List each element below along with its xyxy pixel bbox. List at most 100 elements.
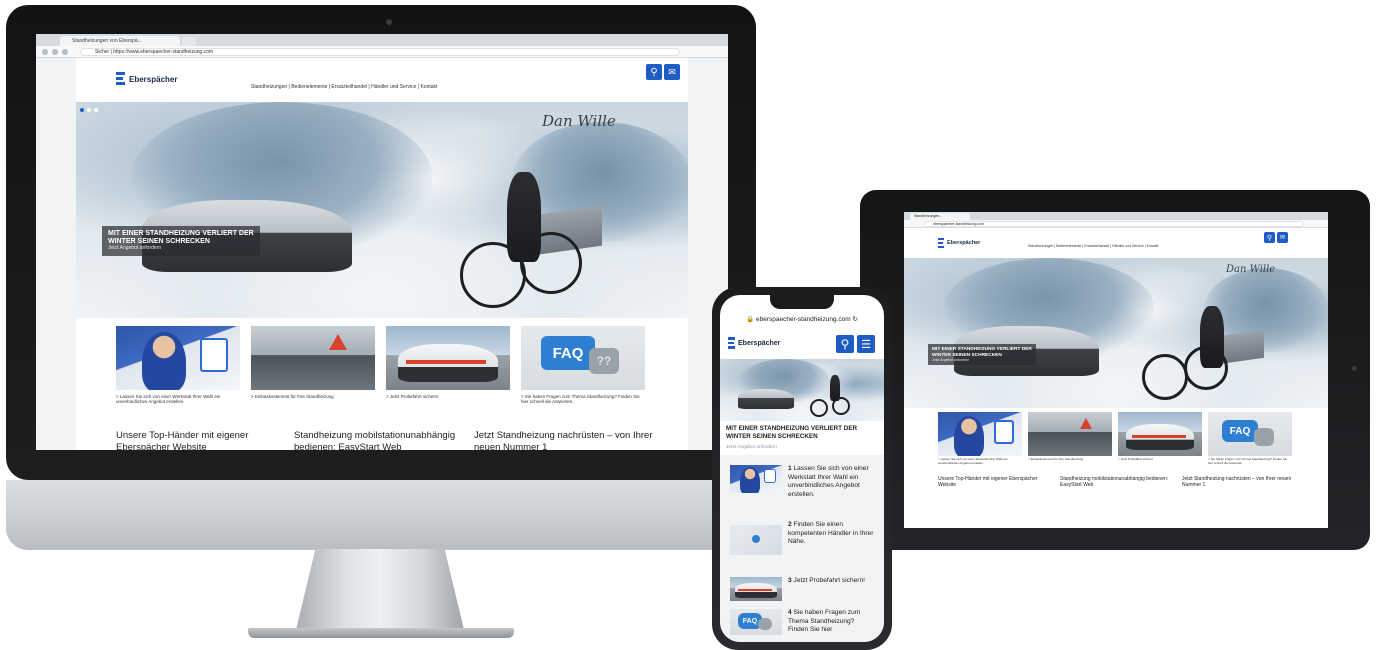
forward-icon[interactable]: [52, 49, 58, 55]
teaser-title[interactable]: Jetzt Standheizung nachrüsten – von Ihre…: [474, 430, 654, 450]
card-image-mechanic[interactable]: [116, 326, 240, 390]
reload-icon[interactable]: ↻: [852, 316, 857, 323]
address-bar[interactable]: eberspaecher-standheizung.com: [924, 221, 1304, 227]
hero-bike-wheel-rear: [1184, 346, 1228, 390]
hero-headline[interactable]: MIT EINER STANDHEIZUNG VERLIERT DER WINT…: [726, 425, 880, 441]
card-caption[interactable]: > Jetzt Probefahrt sichern!: [1118, 458, 1202, 468]
hero-slider-dots[interactable]: [80, 108, 98, 112]
slider-dot[interactable]: [87, 108, 91, 112]
list-item-label: Lassen Sie sich von einer Werkstatt Ihre…: [788, 465, 869, 498]
brand-logo[interactable]: Eberspächer: [938, 238, 980, 248]
search-icon: ⚲: [840, 337, 850, 351]
hero-bike-wheel-rear: [520, 232, 582, 294]
card-image-road[interactable]: [1028, 412, 1112, 456]
address-bar-url: eberspaecher-standheizung.com: [755, 316, 851, 323]
list-item-text: 3 Jetzt Probefahrt sichern!: [788, 577, 876, 586]
warning-sign-icon: [329, 334, 347, 350]
main-navigation[interactable]: Standheizungen | Bedienelemente | Ersatz…: [1028, 244, 1159, 248]
reload-icon[interactable]: [62, 49, 68, 55]
hero-subline[interactable]: Jetzt Angebot anfordern: [108, 245, 254, 252]
list-item[interactable]: FAQ 4 Sie haben Fragen zum Thema Standhe…: [726, 609, 878, 642]
card-image-faq[interactable]: FAQ: [1208, 412, 1292, 456]
desktop-monitor-stand: [295, 549, 465, 634]
teaser-title[interactable]: Standheizung mobilstationunabhängig bedi…: [294, 430, 464, 450]
address-bar[interactable]: Sicher | https://www.eberspaecher-standh…: [80, 48, 680, 56]
address-bar-url: eberspaecher-standheizung.com: [933, 222, 984, 226]
browser-tab-strip: Standheizungen...: [904, 212, 1328, 220]
camera-icon: [386, 19, 392, 25]
hero-car: [738, 389, 794, 409]
card-image-faq[interactable]: FAQ ??: [521, 326, 645, 390]
list-item[interactable]: 1 Lassen Sie sich von einer Werkstatt Ih…: [726, 465, 878, 515]
card-image-road[interactable]: [251, 326, 375, 390]
card-caption[interactable]: > Einbaskostenrest für Ihre Standheizung: [251, 394, 375, 408]
brand-logo[interactable]: Eberspächer: [728, 337, 780, 349]
logo-text: Eberspächer: [129, 74, 178, 84]
browser-tab-strip: Standheizungen von Eberspä...: [36, 34, 728, 46]
back-icon[interactable]: [42, 49, 48, 55]
teaser-title[interactable]: Unsere Top-Händer mit eigener Eberspäche…: [116, 430, 286, 450]
mail-button[interactable]: ✉: [1277, 232, 1288, 243]
new-tab-button[interactable]: [182, 37, 196, 46]
browser-tab[interactable]: Standheizungen von Eberspä...: [60, 36, 180, 46]
hero-subline[interactable]: Jetzt Angebot anfordern: [726, 445, 777, 450]
hero-headline-line2: WINTER SEINEN SCHRECKEN: [726, 433, 818, 441]
card-caption[interactable]: > Sie haben Fragen zum Thema Standheizun…: [1208, 458, 1292, 468]
camera-icon: [1352, 366, 1357, 371]
teaser-title[interactable]: Unsere Top-Händer mit eigener Eberspäche…: [938, 476, 1048, 492]
hero-bike-wheel-rear: [832, 397, 850, 415]
list-item[interactable]: 2 Finden Sie einen kompetenten Händler i…: [726, 521, 878, 565]
car-stripe: [406, 360, 486, 364]
hero-subline[interactable]: Jetzt Angebot anfordern: [932, 358, 1032, 362]
address-bar[interactable]: 🔒 eberspaecher-standheizung.com ↻: [728, 314, 876, 326]
menu-button[interactable]: ☰: [857, 335, 875, 353]
hero-banner[interactable]: [720, 359, 884, 421]
browser-tab[interactable]: Standheizungen...: [910, 213, 970, 220]
card-caption[interactable]: > Lassen Sie sich von einer Werkstatt Ih…: [938, 458, 1022, 468]
list-item-label: Finden Sie einen kompetenten Händler in …: [788, 521, 874, 546]
search-button[interactable]: ⚲: [836, 335, 854, 353]
main-navigation[interactable]: Standheizungen | Bedienelemente | Ersatz…: [251, 84, 437, 90]
phone-bezel: 🔒 eberspaecher-standheizung.com ↻ Ebersp…: [712, 287, 892, 650]
hero-headline-line2: WINTER SEINEN SCHRECKEN: [108, 238, 210, 246]
hero-headline-box[interactable]: MIT EINER STANDHEIZUNG VERLIERT DER WINT…: [102, 226, 260, 256]
card-caption[interactable]: > Sie haben Fragen zum Thema Standheizun…: [521, 394, 645, 408]
mail-button[interactable]: ✉: [664, 64, 680, 80]
mechanic-figure: [740, 467, 760, 493]
desktop-monitor-chin: [6, 480, 756, 550]
list-item[interactable]: 3 Jetzt Probefahrt sichern!: [726, 577, 878, 605]
card-image-car[interactable]: [1118, 412, 1202, 456]
search-button[interactable]: ⚲: [646, 64, 662, 80]
list-item-number: 4: [788, 609, 792, 616]
hero-headline-box[interactable]: MIT EINER STANDHEIZUNG VERLIERT DER WINT…: [928, 344, 1036, 366]
teaser-title[interactable]: Standheizung mobilstationunabhängig bedi…: [1060, 476, 1170, 492]
workshop-sign-icon: [994, 420, 1014, 444]
card-image-mechanic[interactable]: [938, 412, 1022, 456]
hero-bike-wheel-front: [1142, 354, 1188, 400]
phone-notch: [770, 295, 834, 309]
logo-icon: [938, 238, 944, 248]
map-pin-icon: [752, 535, 760, 543]
brand-logo[interactable]: Eberspächer: [116, 72, 177, 86]
desktop-webpage: Eberspächer Standheizungen | Bedieneleme…: [76, 58, 688, 450]
hero-bike-wheel-front: [810, 399, 828, 417]
hero-signature: Dan Wille: [1226, 264, 1276, 275]
card-caption[interactable]: > Einbaskostenrest für Ihre Standheizung: [1028, 458, 1112, 468]
card-caption[interactable]: > Lassen Sie sich von einer Werkstatt Ih…: [116, 394, 240, 408]
list-item-number: 1: [788, 465, 792, 472]
logo-text: Eberspächer: [738, 339, 781, 347]
slider-dot-active[interactable]: [80, 108, 84, 112]
hero-banner[interactable]: Dan Wille MIT EINER STANDHEIZUNG VERLIER…: [904, 258, 1328, 408]
phone-screen: 🔒 eberspaecher-standheizung.com ↻ Ebersp…: [720, 295, 884, 642]
tablet-webpage: Eberspächer Standheizungen | Bedieneleme…: [904, 228, 1328, 528]
mechanic-figure: [954, 416, 984, 456]
card-image-car[interactable]: [386, 326, 510, 390]
hero-banner[interactable]: Dan Wille MIT EINER STANDHEIZUNG VERLIER…: [76, 102, 688, 318]
mechanic-figure: [142, 332, 186, 390]
card-caption[interactable]: > Jetzt Probefahrt sichern!: [386, 394, 510, 408]
search-button[interactable]: ⚲: [1264, 232, 1275, 243]
slider-dot[interactable]: [94, 108, 98, 112]
teaser-title[interactable]: Jetzt Standheizung nachrüsten – von Ihre…: [1182, 476, 1292, 492]
search-icon: ⚲: [1266, 234, 1273, 242]
faq-bubble: FAQ: [541, 336, 595, 370]
